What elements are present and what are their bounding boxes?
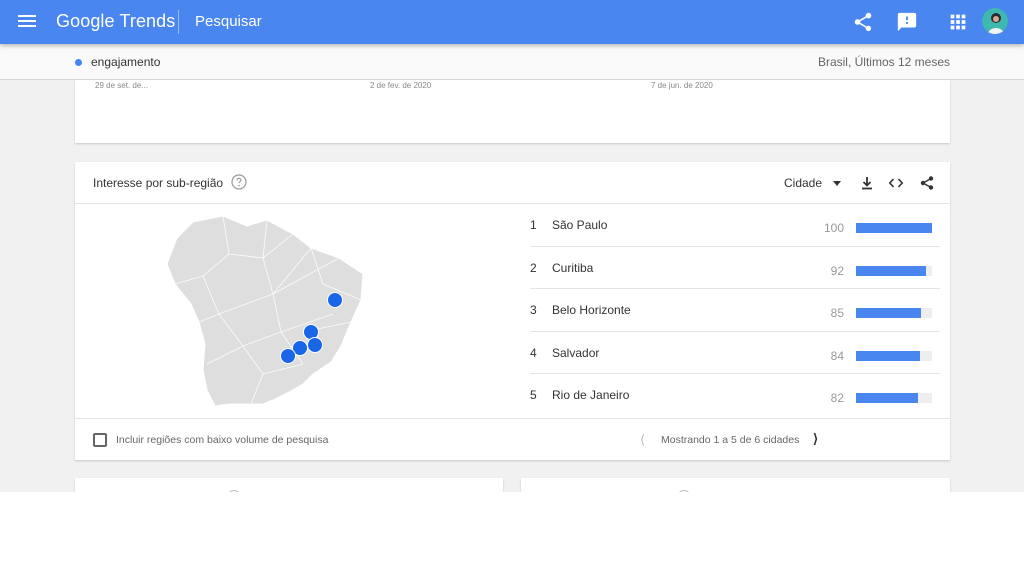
list-item[interactable]: 5 Rio de Janeiro 82 xyxy=(530,374,940,417)
x-axis-date: 29 de set. de... xyxy=(95,81,148,90)
rank-number: 3 xyxy=(530,303,537,317)
help-icon[interactable] xyxy=(227,490,241,492)
app-bar: Google Trends Pesquisar xyxy=(0,0,1024,44)
pagination-label: Mostrando 1 a 5 de 6 cidades xyxy=(661,434,800,446)
list-item[interactable]: 4 Salvador 84 xyxy=(530,332,940,374)
interest-bar xyxy=(856,265,926,276)
ranked-cities-list: 1 São Paulo 100 2 Curitiba 92 3 Belo Hor… xyxy=(530,204,940,417)
app-bar-divider xyxy=(178,10,179,34)
search-term-label[interactable]: engajamento xyxy=(91,55,160,69)
interest-bar-track xyxy=(856,350,932,361)
south-america-shape xyxy=(166,215,364,407)
list-item[interactable]: 2 Curitiba 92 xyxy=(530,247,940,289)
map-marker-rio-de-janeiro xyxy=(307,337,323,353)
subregion-map[interactable] xyxy=(163,214,373,407)
city-name: Rio de Janeiro xyxy=(552,388,630,402)
x-axis-date: 7 de jun. de 2020 xyxy=(651,81,713,90)
interest-bar-track xyxy=(856,265,932,276)
interest-value: 92 xyxy=(830,263,844,278)
menu-icon[interactable] xyxy=(18,13,36,31)
include-low-volume-checkbox[interactable] xyxy=(93,433,107,447)
interest-bar xyxy=(856,350,920,361)
resolution-dropdown[interactable]: Cidade xyxy=(780,174,844,192)
interest-bar-track xyxy=(856,308,932,318)
interest-value: 85 xyxy=(830,306,844,320)
city-name: Belo Horizonte xyxy=(552,303,631,317)
city-name: Curitiba xyxy=(552,260,594,275)
related-topics-card xyxy=(75,478,503,492)
rank-number: 1 xyxy=(530,218,537,232)
google-trends-logo[interactable]: Google Trends xyxy=(56,11,175,32)
region-period-label: Brasil, Últimos 12 meses xyxy=(817,55,950,69)
embed-code-icon[interactable] xyxy=(888,175,904,191)
page-title: Pesquisar xyxy=(195,13,262,30)
page-viewport: Google Trends Pesquisar engajamento Bras… xyxy=(0,0,1024,492)
card-footer: Incluir regiões com baixo volume de pesq… xyxy=(75,418,950,460)
rank-number: 4 xyxy=(530,345,537,360)
interest-bar xyxy=(856,223,932,233)
map-marker-salvador xyxy=(327,292,343,308)
interest-over-time-card: 29 de set. de... 2 de fev. de 2020 7 de … xyxy=(75,80,950,143)
avatar[interactable] xyxy=(982,8,1008,34)
interest-value: 84 xyxy=(830,348,844,363)
search-term-bar: engajamento Brasil, Últimos 12 meses xyxy=(0,44,1024,80)
city-name: Salvador xyxy=(552,345,600,360)
related-queries-card xyxy=(521,478,950,492)
include-low-volume-label[interactable]: Incluir regiões com baixo volume de pesq… xyxy=(116,434,328,446)
help-icon[interactable] xyxy=(677,490,691,492)
x-axis-date: 2 de fev. de 2020 xyxy=(370,81,432,90)
interest-bar xyxy=(856,308,921,318)
interest-value: 82 xyxy=(830,391,844,405)
caret-down-icon xyxy=(833,181,841,186)
resolution-selected: Cidade xyxy=(784,176,823,190)
interest-value: 100 xyxy=(823,221,844,235)
term-color-dot xyxy=(75,59,82,66)
help-icon[interactable] xyxy=(231,174,247,190)
subregion-interest-card: Interesse por sub-região Cidade 1 São Pa… xyxy=(75,162,950,460)
card-header: Interesse por sub-região Cidade xyxy=(75,162,950,204)
rank-number: 5 xyxy=(530,388,537,402)
interest-bar-track xyxy=(856,223,932,233)
rank-number: 2 xyxy=(530,260,537,275)
city-name: São Paulo xyxy=(552,218,608,232)
chevron-left-icon[interactable]: ⟨ xyxy=(640,432,652,447)
list-item[interactable]: 1 São Paulo 100 xyxy=(530,204,940,247)
card-title: Interesse por sub-região xyxy=(93,176,224,190)
interest-bar-track xyxy=(856,393,932,403)
share-icon[interactable] xyxy=(919,175,935,191)
list-item[interactable]: 3 Belo Horizonte 85 xyxy=(530,289,940,332)
map-marker-curitiba xyxy=(280,348,296,364)
interest-bar xyxy=(856,393,919,403)
chevron-right-icon[interactable]: ⟩ xyxy=(813,431,825,446)
download-icon[interactable] xyxy=(859,175,875,191)
share-icon[interactable] xyxy=(852,11,874,33)
apps-grid-icon[interactable] xyxy=(947,11,969,33)
feedback-icon[interactable] xyxy=(896,11,918,33)
